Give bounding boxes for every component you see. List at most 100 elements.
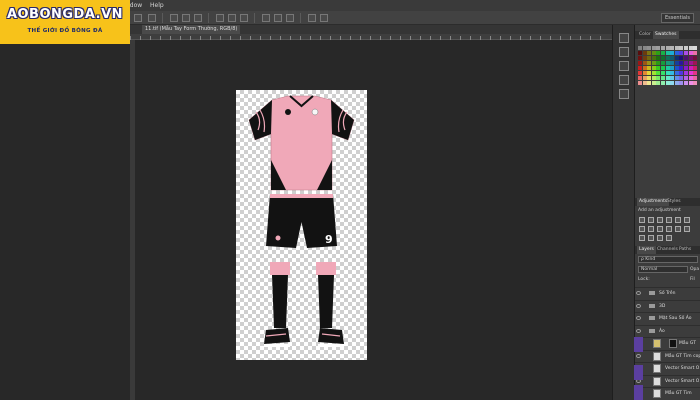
color-swatch[interactable] bbox=[647, 51, 652, 55]
color-swatch[interactable] bbox=[670, 46, 675, 50]
blend-mode-select[interactable]: Normal bbox=[638, 266, 688, 273]
document-tab[interactable]: 11.tif (Mẫu Tay Form Thường, RGB/8) bbox=[142, 25, 241, 34]
color-swatch[interactable] bbox=[693, 71, 698, 75]
color-swatch[interactable] bbox=[665, 66, 670, 70]
color-swatch[interactable] bbox=[693, 51, 698, 55]
color-swatch[interactable] bbox=[688, 51, 693, 55]
black-white-icon[interactable] bbox=[648, 226, 654, 232]
color-swatch[interactable] bbox=[651, 51, 656, 55]
color-swatch[interactable] bbox=[665, 71, 670, 75]
brightness-icon[interactable] bbox=[639, 217, 645, 223]
color-swatch[interactable] bbox=[679, 66, 684, 70]
layer-row[interactable]: Mặt Sau Số Áo bbox=[635, 312, 700, 323]
tab-paths[interactable]: Paths bbox=[677, 246, 693, 254]
color-swatch[interactable] bbox=[656, 46, 661, 50]
color-swatch[interactable] bbox=[674, 46, 679, 50]
threshold-icon[interactable] bbox=[648, 235, 654, 241]
color-swatch[interactable] bbox=[661, 81, 665, 85]
color-swatch[interactable] bbox=[679, 61, 684, 65]
color-swatch[interactable] bbox=[693, 76, 698, 80]
color-swatch[interactable] bbox=[651, 61, 656, 65]
photo-filter-icon[interactable] bbox=[657, 226, 663, 232]
color-swatch[interactable] bbox=[651, 81, 656, 85]
color-swatch[interactable] bbox=[679, 71, 684, 75]
layer-row[interactable]: Mẫu GT Tim copy bbox=[635, 349, 700, 361]
color-swatch[interactable] bbox=[656, 56, 661, 60]
exposure-icon[interactable] bbox=[666, 217, 672, 223]
levels-icon[interactable] bbox=[648, 217, 654, 223]
vibrance-icon[interactable] bbox=[675, 217, 681, 223]
color-swatch[interactable] bbox=[679, 56, 684, 60]
color-balance-icon[interactable] bbox=[639, 226, 645, 232]
layer-row[interactable]: Mẫu GT bbox=[635, 337, 700, 348]
distribute-icon[interactable] bbox=[240, 14, 248, 22]
layer-row[interactable]: Áo bbox=[635, 324, 700, 336]
color-swatch[interactable] bbox=[684, 71, 688, 75]
color-swatch[interactable] bbox=[647, 56, 652, 60]
color-swatch[interactable] bbox=[638, 51, 642, 55]
distribute-icon[interactable] bbox=[262, 14, 270, 22]
align-icon[interactable] bbox=[182, 14, 190, 22]
visibility-eye-icon[interactable] bbox=[636, 291, 641, 295]
selective-color-icon[interactable] bbox=[666, 235, 672, 241]
color-lookup-icon[interactable] bbox=[675, 226, 681, 232]
visibility-eye-icon[interactable] bbox=[636, 316, 641, 320]
color-swatch[interactable] bbox=[688, 76, 693, 80]
channel-mixer-icon[interactable] bbox=[666, 226, 672, 232]
color-swatch[interactable] bbox=[684, 46, 688, 50]
tab-color[interactable]: Color bbox=[637, 31, 653, 39]
curves-icon[interactable] bbox=[657, 217, 663, 223]
color-swatch[interactable] bbox=[661, 56, 665, 60]
color-swatch[interactable] bbox=[688, 56, 693, 60]
color-swatch[interactable] bbox=[638, 46, 642, 50]
color-swatch[interactable] bbox=[651, 66, 656, 70]
color-swatch[interactable] bbox=[642, 51, 647, 55]
layer-row[interactable]: 3D bbox=[635, 299, 700, 311]
visibility-eye-icon[interactable] bbox=[636, 328, 641, 333]
color-swatch[interactable] bbox=[674, 71, 679, 75]
color-swatch[interactable] bbox=[638, 56, 642, 60]
color-swatch[interactable] bbox=[679, 46, 684, 50]
color-swatch[interactable] bbox=[665, 46, 670, 50]
color-swatch[interactable] bbox=[688, 66, 693, 70]
color-swatch[interactable] bbox=[693, 66, 698, 70]
color-swatch[interactable] bbox=[670, 81, 675, 85]
color-swatch[interactable] bbox=[656, 81, 661, 85]
tab-layers[interactable]: Layers bbox=[637, 246, 656, 254]
workspace-switcher[interactable]: Essentials bbox=[660, 13, 694, 23]
color-swatch[interactable] bbox=[674, 51, 679, 55]
tool-option-1[interactable] bbox=[134, 14, 142, 22]
character-icon[interactable] bbox=[619, 61, 629, 71]
distribute-icon[interactable] bbox=[216, 14, 224, 22]
color-swatch[interactable] bbox=[642, 66, 647, 70]
align-icon[interactable] bbox=[194, 14, 202, 22]
color-swatch[interactable] bbox=[674, 76, 679, 80]
color-swatch[interactable] bbox=[670, 56, 675, 60]
3d-mode-icon[interactable] bbox=[320, 14, 328, 22]
color-swatch[interactable] bbox=[670, 76, 675, 80]
color-swatch[interactable] bbox=[642, 71, 647, 75]
color-swatch[interactable] bbox=[651, 46, 656, 50]
color-swatch[interactable] bbox=[656, 76, 661, 80]
color-swatch[interactable] bbox=[665, 61, 670, 65]
layer-row[interactable]: Mẫu GT Tim bbox=[635, 387, 700, 398]
color-swatch[interactable] bbox=[688, 81, 693, 85]
color-swatch[interactable] bbox=[651, 71, 656, 75]
layer-kind-filter[interactable]: ρ Kind bbox=[638, 256, 698, 263]
menu-help[interactable]: Help bbox=[150, 0, 164, 11]
color-swatch[interactable] bbox=[642, 61, 647, 65]
color-swatch[interactable] bbox=[674, 56, 679, 60]
distribute-icon[interactable] bbox=[228, 14, 236, 22]
color-swatch[interactable] bbox=[647, 46, 652, 50]
brush-preset-icon[interactable] bbox=[619, 47, 629, 57]
visibility-eye-icon[interactable] bbox=[636, 303, 641, 308]
color-swatch[interactable] bbox=[684, 56, 688, 60]
hue-saturation-icon[interactable] bbox=[684, 217, 690, 223]
color-swatch[interactable] bbox=[679, 76, 684, 80]
color-swatch[interactable] bbox=[684, 51, 688, 55]
distribute-icon[interactable] bbox=[286, 14, 294, 22]
color-swatch[interactable] bbox=[665, 51, 670, 55]
color-swatch[interactable] bbox=[665, 56, 670, 60]
color-swatch[interactable] bbox=[656, 66, 661, 70]
color-swatch[interactable] bbox=[674, 61, 679, 65]
